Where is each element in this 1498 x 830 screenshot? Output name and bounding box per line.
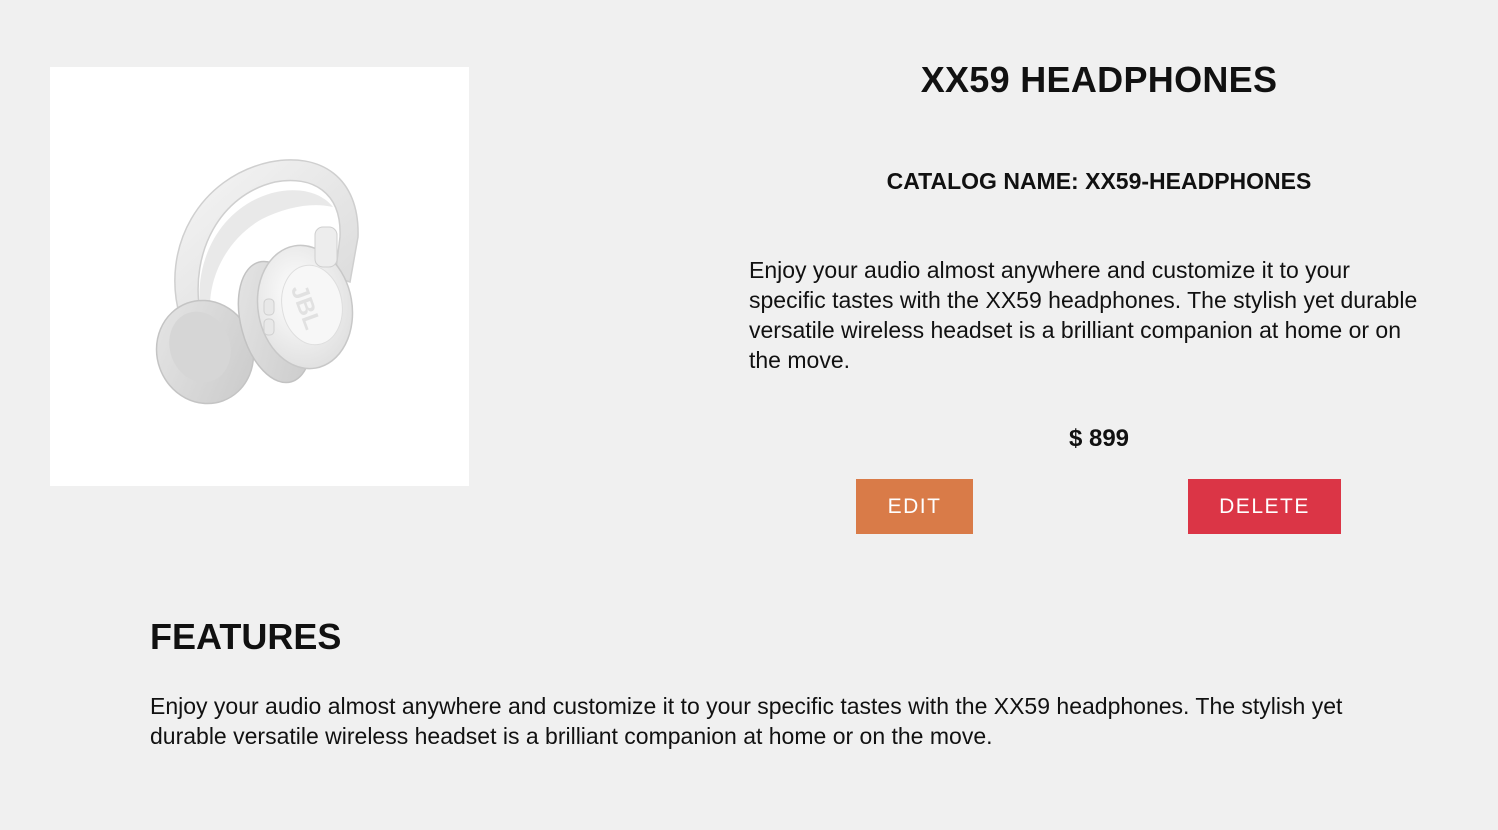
product-image: JBL <box>50 67 469 486</box>
features-text: Enjoy your audio almost anywhere and cus… <box>150 693 1343 749</box>
product-price: $ 899 <box>1068 425 1130 452</box>
features-heading: FEATURES <box>150 616 342 657</box>
headphones-image: JBL <box>155 159 359 405</box>
product-title: XX59 HEADPHONES <box>920 59 1278 100</box>
edit-button[interactable]: EDIT <box>856 479 973 534</box>
product-description: Enjoy your audio almost anywhere and cus… <box>749 257 1418 373</box>
catalog-name: CATALOG NAME: XX59-HEADPHONES <box>886 168 1312 194</box>
delete-button[interactable]: DELETE <box>1188 479 1341 534</box>
